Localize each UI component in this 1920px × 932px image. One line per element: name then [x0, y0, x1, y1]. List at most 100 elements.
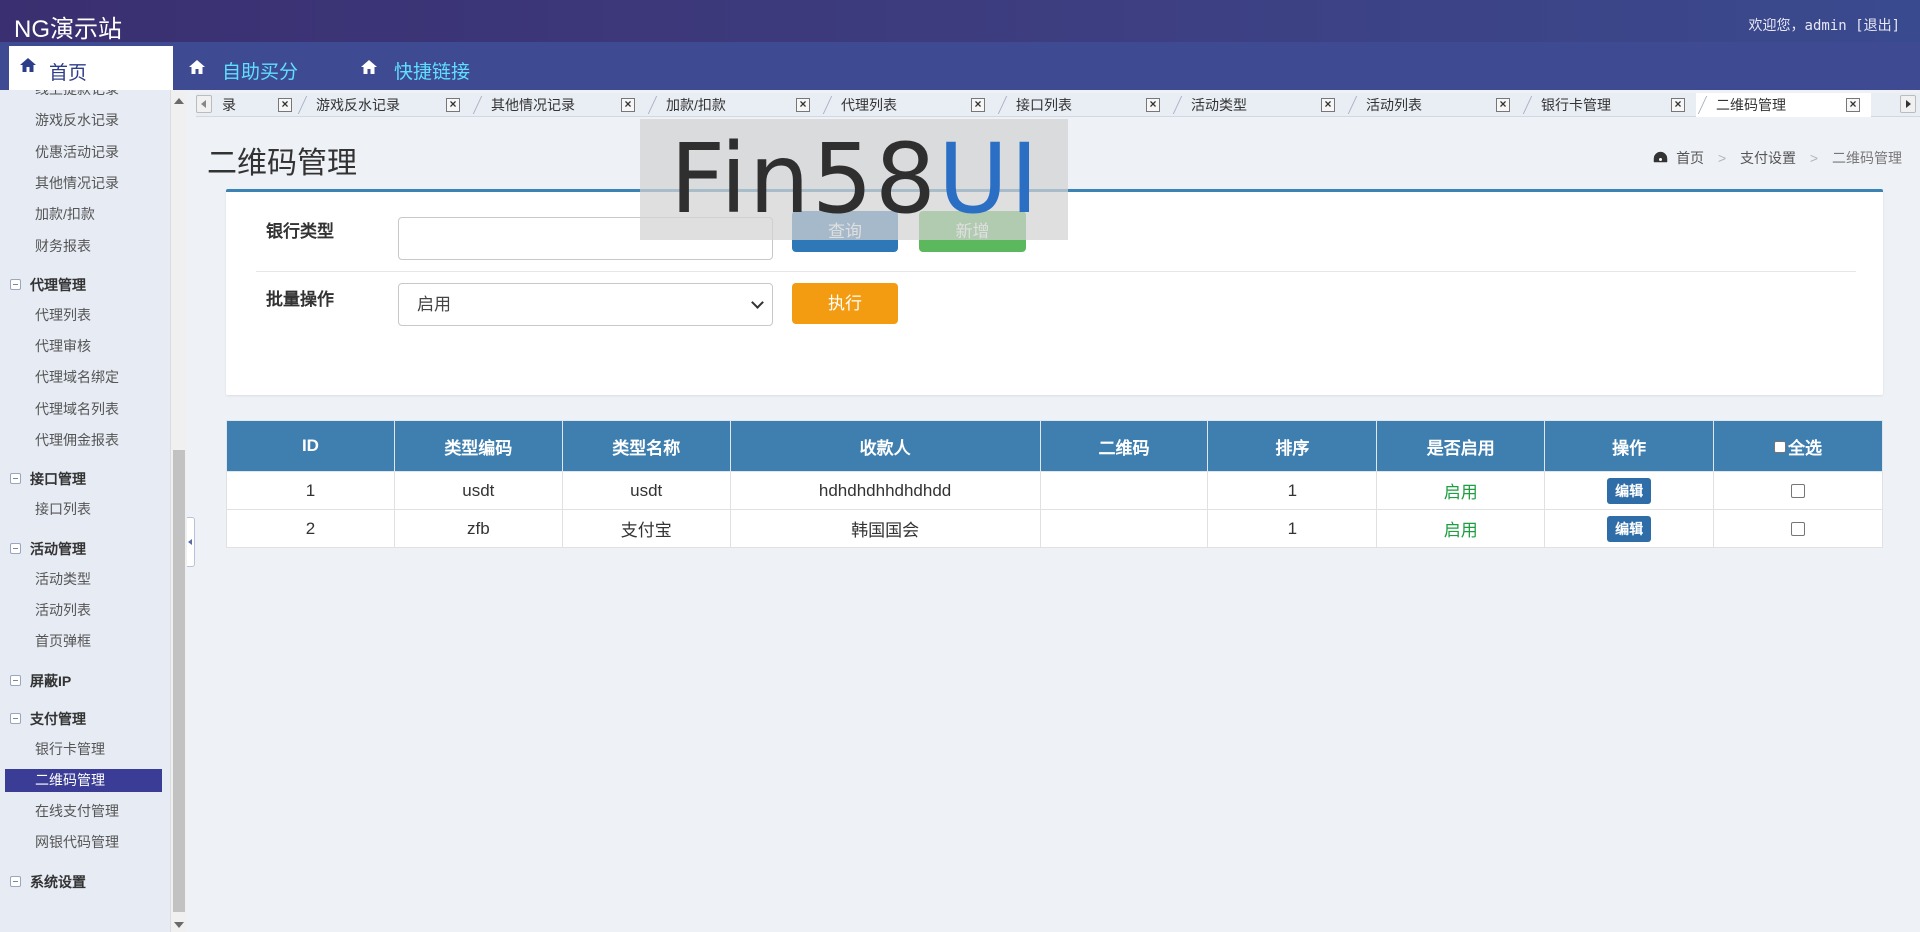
- collapse-toggle-icon: [10, 473, 21, 485]
- batch-operation-selected: 启用: [417, 295, 451, 314]
- tab-item[interactable]: 活动列表 ×: [1346, 93, 1521, 117]
- sidebar-item-label: 网银代码管理: [35, 834, 119, 851]
- edit-button[interactable]: 编辑: [1607, 477, 1652, 504]
- cell-id: 2: [226, 509, 395, 548]
- sidebar-item[interactable]: 加款/扣款: [5, 203, 162, 226]
- watermark-logo: Fin58UI: [640, 119, 1068, 240]
- main-nav: 首页 自助买分 快捷链接: [0, 42, 1920, 90]
- sidebar-group-toggle[interactable]: 系统设置: [0, 870, 165, 894]
- tab-item[interactable]: 活动类型 ×: [1171, 93, 1346, 117]
- tab-label: 银行卡管理: [1541, 97, 1611, 113]
- sidebar-group-toggle[interactable]: 支付管理: [0, 707, 165, 731]
- sidebar-item-label: 二维码管理: [35, 771, 105, 788]
- col-header-sort: 排序: [1207, 420, 1378, 472]
- sidebar-item-label: 线上提款记录: [35, 90, 119, 97]
- sidebar-group-toggle[interactable]: 屏蔽IP: [0, 669, 165, 693]
- sidebar-item[interactable]: 接口列表: [5, 498, 162, 521]
- tab-item[interactable]: 二维码管理 ×: [1696, 93, 1871, 117]
- sidebar-scrollbar[interactable]: [170, 90, 187, 932]
- tab-item[interactable]: 接口列表 ×: [996, 93, 1171, 117]
- sidebar-group-toggle[interactable]: 代理管理: [0, 273, 165, 297]
- home-icon: [189, 60, 205, 74]
- sidebar-item[interactable]: 二维码管理: [5, 768, 162, 792]
- sidebar-item[interactable]: 代理域名绑定: [5, 366, 162, 389]
- close-icon[interactable]: ×: [1496, 98, 1510, 112]
- cell-payee: 韩国国会: [729, 509, 1041, 548]
- close-icon[interactable]: ×: [446, 98, 460, 112]
- sidebar-item[interactable]: 首页弹框: [5, 630, 162, 653]
- sidebar-group-toggle[interactable]: 活动管理: [0, 537, 165, 561]
- collapse-toggle-icon: [10, 278, 21, 290]
- scroll-down-arrow-icon[interactable]: [174, 922, 184, 928]
- breadcrumb-separator: >: [1809, 150, 1819, 166]
- tab-scroll-right-icon[interactable]: [1900, 95, 1916, 113]
- row-checkbox[interactable]: [1791, 484, 1806, 499]
- close-icon[interactable]: ×: [1671, 98, 1685, 112]
- sidebar-item-label: 优惠活动记录: [35, 143, 119, 160]
- edit-button[interactable]: 编辑: [1607, 515, 1652, 542]
- tab-separator: [647, 96, 658, 114]
- sidebar-item[interactable]: 代理域名列表: [5, 398, 162, 421]
- sidebar-item[interactable]: 财务报表: [5, 235, 162, 258]
- chevron-down-icon: [751, 296, 764, 309]
- close-icon[interactable]: ×: [278, 98, 292, 112]
- sidebar-item[interactable]: 游戏反水记录: [5, 109, 162, 132]
- tab-item[interactable]: 游戏反水记录 ×: [296, 93, 471, 117]
- nav-home-tab[interactable]: 首页: [9, 46, 173, 90]
- sidebar-collapse-handle[interactable]: [187, 517, 195, 567]
- col-header-payee: 收款人: [729, 420, 1041, 472]
- breadcrumb-home[interactable]: 首页: [1676, 150, 1704, 166]
- tab-separator: [297, 96, 308, 114]
- sidebar-item[interactable]: 优惠活动记录: [5, 141, 162, 164]
- close-icon[interactable]: ×: [796, 98, 810, 112]
- close-icon[interactable]: ×: [1846, 98, 1860, 112]
- sidebar-item-label: 财务报表: [35, 237, 91, 254]
- tab-item[interactable]: 其他情况记录 ×: [471, 93, 646, 117]
- cell-payee: hdhdhdhhdhdhdd: [729, 471, 1041, 510]
- col-header-action: 操作: [1544, 420, 1715, 472]
- scrollbar-thumb[interactable]: [173, 450, 185, 912]
- sidebar-item[interactable]: 代理列表: [5, 304, 162, 327]
- logout-link[interactable]: [退出]: [1855, 18, 1900, 34]
- sidebar-item[interactable]: 银行卡管理: [5, 738, 162, 761]
- scroll-up-arrow-icon[interactable]: [174, 98, 184, 104]
- tab-item[interactable]: 银行卡管理 ×: [1521, 93, 1696, 117]
- batch-operation-select[interactable]: 启用: [398, 283, 773, 326]
- close-icon[interactable]: ×: [1321, 98, 1335, 112]
- select-all-checkbox[interactable]: [1774, 440, 1787, 453]
- breadcrumb-parent[interactable]: 支付设置: [1740, 150, 1796, 166]
- tab-separator: [472, 96, 483, 114]
- cell-enabled: 启用: [1376, 471, 1546, 510]
- tab-label: 录: [222, 97, 236, 113]
- sidebar-item-label: 加款/扣款: [35, 206, 95, 223]
- sidebar-item[interactable]: 在线支付管理: [5, 800, 162, 823]
- sidebar-item[interactable]: 活动类型: [5, 568, 162, 591]
- tab-scroll-left-icon[interactable]: [196, 95, 212, 113]
- select-all-label: 全选: [1788, 438, 1823, 458]
- close-icon[interactable]: ×: [621, 98, 635, 112]
- tab-item[interactable]: 录 ×: [200, 93, 300, 117]
- cell-name: usdt: [561, 471, 731, 510]
- sidebar-item[interactable]: 网银代码管理: [5, 831, 162, 854]
- close-icon[interactable]: ×: [971, 98, 985, 112]
- sidebar-item[interactable]: 其他情况记录: [5, 172, 162, 195]
- collapse-toggle-icon: [10, 875, 21, 887]
- cell-select: [1713, 471, 1883, 510]
- row-checkbox[interactable]: [1791, 522, 1806, 537]
- sidebar-item-label: 代理列表: [35, 306, 91, 323]
- qrcode-table: ID 类型编码 类型名称 收款人 二维码 排序 是否启用 操作 全选 1 usdt…: [226, 420, 1883, 548]
- sidebar-item[interactable]: 活动列表: [5, 599, 162, 622]
- sidebar-item[interactable]: 代理佣金报表: [5, 429, 162, 452]
- tab-item[interactable]: 代理列表 ×: [821, 93, 996, 117]
- sidebar-item[interactable]: 代理审核: [5, 335, 162, 358]
- tab-item[interactable]: 加款/扣款 ×: [646, 93, 821, 117]
- execute-button[interactable]: 执行: [792, 283, 898, 324]
- welcome-text: 欢迎您，admin: [1748, 18, 1847, 34]
- col-header-select-all: 全选: [1713, 420, 1883, 472]
- cell-action: 编辑: [1544, 471, 1715, 510]
- tab-label: 活动类型: [1191, 97, 1247, 113]
- col-header-type-name: 类型名称: [561, 420, 731, 472]
- sidebar-item[interactable]: 线上提款记录: [5, 90, 162, 101]
- sidebar-group-toggle[interactable]: 接口管理: [0, 467, 165, 491]
- close-icon[interactable]: ×: [1146, 98, 1160, 112]
